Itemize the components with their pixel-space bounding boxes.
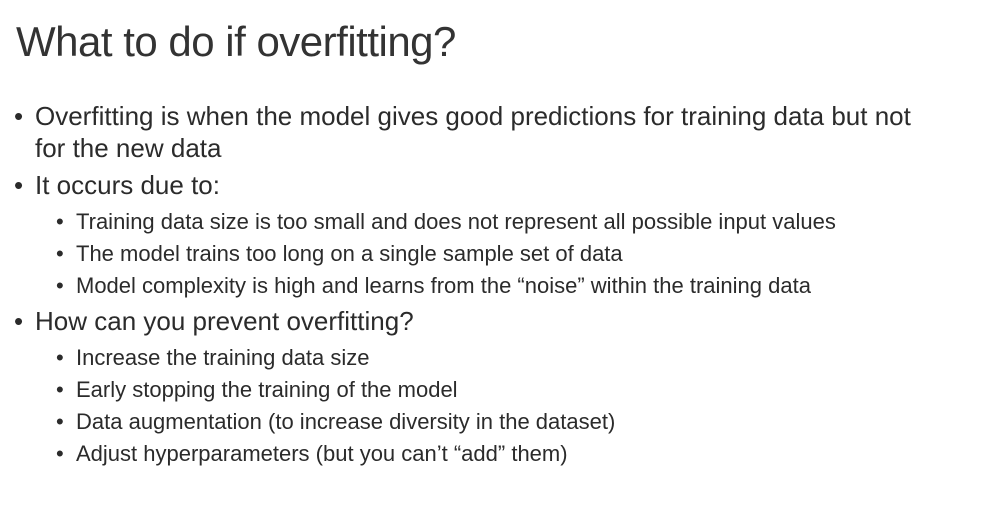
bullet-icon: • (14, 101, 24, 131)
sub-bullet-text: Adjust hyperparameters (but you can’t “a… (76, 441, 568, 466)
bullet-icon: • (56, 377, 64, 402)
bullet-text: Overfitting is when the model gives good… (35, 101, 911, 163)
sub-bullet-item: • Training data size is too small and do… (14, 206, 974, 238)
sub-bullet-list-causes: • Training data size is too small and do… (14, 206, 974, 302)
sub-bullet-item: • Adjust hyperparameters (but you can’t … (14, 438, 974, 470)
bullet-icon: • (56, 345, 64, 370)
bullet-icon: • (56, 273, 64, 298)
sub-bullet-text: Early stopping the training of the model (76, 377, 458, 402)
sub-bullet-text: Data augmentation (to increase diversity… (76, 409, 616, 434)
sub-bullet-item: • Data augmentation (to increase diversi… (14, 406, 974, 438)
bullet-icon: • (56, 409, 64, 434)
sub-bullet-list-prevention: • Increase the training data size • Earl… (14, 342, 974, 470)
bullet-icon: • (56, 209, 64, 234)
bullet-icon: • (14, 170, 24, 200)
sub-bullet-text: Increase the training data size (76, 345, 370, 370)
bullet-list: • Overfitting is when the model gives go… (14, 100, 974, 473)
bullet-icon: • (56, 241, 64, 266)
slide: What to do if overfitting? • Overfitting… (0, 0, 985, 507)
slide-title: What to do if overfitting? (16, 18, 456, 65)
bullet-point-causes: • It occurs due to: (14, 169, 974, 201)
sub-bullet-item: • Model complexity is high and learns fr… (14, 270, 974, 302)
bullet-icon: • (56, 441, 64, 466)
bullet-point-prevention: • How can you prevent overfitting? (14, 305, 974, 337)
sub-bullet-item: • The model trains too long on a single … (14, 238, 974, 270)
sub-bullet-text: Model complexity is high and learns from… (76, 273, 811, 298)
bullet-point-overfitting-definition: • Overfitting is when the model gives go… (14, 100, 935, 164)
sub-bullet-text: The model trains too long on a single sa… (76, 241, 623, 266)
sub-bullet-text: Training data size is too small and does… (76, 209, 836, 234)
sub-bullet-item: • Increase the training data size (14, 342, 974, 374)
sub-bullet-item: • Early stopping the training of the mod… (14, 374, 974, 406)
bullet-icon: • (14, 306, 24, 336)
bullet-text: It occurs due to: (35, 170, 220, 200)
bullet-text: How can you prevent overfitting? (35, 306, 414, 336)
